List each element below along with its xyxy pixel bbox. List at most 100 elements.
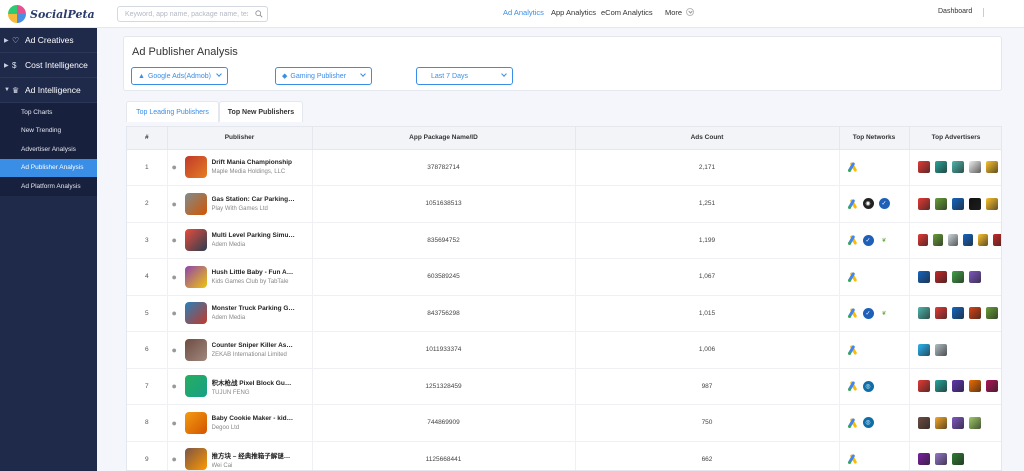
advertiser-app-icon[interactable] bbox=[934, 307, 947, 320]
app-name[interactable]: 积木枪战 Pixel Block Gu… bbox=[212, 377, 302, 387]
publisher-cell[interactable]: ● 推方块 – 经典推箱子解谜… Wei Cai bbox=[167, 441, 313, 470]
app-icon[interactable] bbox=[184, 302, 207, 325]
app-icon[interactable] bbox=[184, 229, 207, 252]
sidebar-item-cost-intelligence[interactable]: ▶ $ Cost Intelligence bbox=[0, 53, 97, 78]
advertiser-app-icon[interactable] bbox=[977, 234, 988, 247]
app-name[interactable]: Gas Station: Car Parking… bbox=[212, 196, 302, 203]
app-name[interactable]: Multi Level Parking Simu… bbox=[212, 232, 302, 239]
nav-ad-analytics[interactable]: Ad Analytics bbox=[503, 8, 544, 17]
table-row[interactable]: 1 ● Drift Mania Championship Maple Media… bbox=[127, 149, 1001, 186]
advertiser-app-icon[interactable] bbox=[934, 416, 947, 429]
app-icon[interactable] bbox=[184, 156, 207, 179]
tab-top-new-publishers[interactable]: Top New Publishers bbox=[219, 101, 303, 122]
dashboard-link[interactable]: Dashboard bbox=[938, 8, 972, 15]
advertiser-app-icon[interactable] bbox=[917, 161, 930, 174]
advertiser-app-icon[interactable] bbox=[934, 270, 947, 283]
advertiser-app-icon[interactable] bbox=[951, 270, 964, 283]
publisher-cell[interactable]: ● Multi Level Parking Simu… Adem Media bbox=[167, 222, 313, 259]
advertiser-app-icon[interactable] bbox=[985, 197, 998, 210]
advertiser-app-icon[interactable] bbox=[992, 234, 1001, 247]
nav-ecom-analytics[interactable]: eCom Analytics bbox=[601, 8, 653, 17]
table-row[interactable]: 7 ● 积木枪战 Pixel Block Gu… TUJUN FENG 1251… bbox=[127, 368, 1001, 405]
nav-more[interactable]: More bbox=[665, 8, 695, 17]
advertiser-app-icon[interactable] bbox=[934, 453, 947, 466]
advertiser-app-icon[interactable] bbox=[968, 416, 981, 429]
rank-cell: 3 bbox=[127, 222, 168, 259]
app-icon[interactable] bbox=[184, 448, 207, 470]
period-select[interactable]: Last 7 Days bbox=[416, 67, 513, 85]
publisher-cell[interactable]: ● Gas Station: Car Parking… Play With Ga… bbox=[167, 185, 313, 223]
networks-cell bbox=[839, 149, 910, 186]
app-name[interactable]: Baby Cookie Maker - kid… bbox=[212, 415, 302, 422]
advertiser-app-icon[interactable] bbox=[917, 307, 930, 320]
table-row[interactable]: 8 ● Baby Cookie Maker - kid… Degoo Ltd 7… bbox=[127, 404, 1001, 442]
advertiser-app-icon[interactable] bbox=[968, 270, 981, 283]
table-row[interactable]: 9 ● 推方块 – 经典推箱子解谜… Wei Cai 1125668441 66… bbox=[127, 441, 1001, 470]
nav-app-analytics[interactable]: App Analytics bbox=[551, 8, 596, 17]
advertiser-app-icon[interactable] bbox=[951, 307, 964, 320]
publisher-cell[interactable]: ● 积木枪战 Pixel Block Gu… TUJUN FENG bbox=[167, 368, 313, 405]
sidebar-item-ad-intelligence[interactable]: ▼ ♛ Ad Intelligence bbox=[0, 78, 97, 103]
publisher-cell[interactable]: ● Counter Sniper Killer As… ZEKAB Intern… bbox=[167, 331, 313, 369]
advertiser-app-icon[interactable] bbox=[968, 380, 981, 393]
tab-top-leading-publishers[interactable]: Top Leading Publishers bbox=[126, 101, 219, 122]
advertiser-app-icon[interactable] bbox=[951, 197, 964, 210]
advertiser-app-icon[interactable] bbox=[985, 380, 998, 393]
advertiser-app-icon[interactable] bbox=[934, 380, 947, 393]
advertiser-app-icon[interactable] bbox=[951, 161, 964, 174]
advertiser-app-icon[interactable] bbox=[951, 416, 964, 429]
advertiser-app-icon[interactable] bbox=[985, 161, 998, 174]
sidebar-item-new-trending[interactable]: New Trending bbox=[0, 121, 97, 140]
advertiser-app-icon[interactable] bbox=[917, 270, 930, 283]
advertiser-app-icon[interactable] bbox=[917, 234, 928, 247]
col-header-ads-count[interactable]: Ads Count bbox=[575, 127, 840, 150]
table-row[interactable]: 3 ● Multi Level Parking Simu… Adem Media… bbox=[127, 222, 1001, 259]
advertiser-app-icon[interactable] bbox=[951, 453, 964, 466]
advertiser-app-icon[interactable] bbox=[968, 197, 981, 210]
advertiser-app-icon[interactable] bbox=[962, 234, 973, 247]
app-name[interactable]: Drift Mania Championship bbox=[212, 159, 302, 166]
advertiser-app-icon[interactable] bbox=[947, 234, 958, 247]
advertiser-app-icon[interactable] bbox=[968, 307, 981, 320]
networks-cell bbox=[839, 331, 910, 369]
category-select[interactable]: ◆ Gaming Publisher bbox=[275, 67, 372, 85]
sidebar-item-advertiser-analysis[interactable]: Advertiser Analysis bbox=[0, 140, 97, 159]
app-name[interactable]: Hush Little Baby - Fun A… bbox=[212, 269, 302, 276]
app-icon[interactable] bbox=[184, 338, 207, 361]
sidebar-item-ad-platform-analysis[interactable]: Ad Platform Analysis bbox=[0, 177, 97, 196]
table-row[interactable]: 5 ● Monster Truck Parking G… Adem Media … bbox=[127, 295, 1001, 332]
advertiser-app-icon[interactable] bbox=[985, 307, 998, 320]
advertiser-app-icon[interactable] bbox=[917, 343, 930, 356]
sidebar-item-ad-creatives[interactable]: ▶ ♡ Ad Creatives bbox=[0, 28, 97, 53]
publisher-cell[interactable]: ● Drift Mania Championship Maple Media H… bbox=[167, 149, 313, 186]
network-select[interactable]: ▲ Google Ads(Admob) bbox=[131, 67, 228, 85]
table-row[interactable]: 4 ● Hush Little Baby - Fun A… Kids Games… bbox=[127, 258, 1001, 296]
app-icon[interactable] bbox=[184, 265, 207, 288]
advertiser-app-icon[interactable] bbox=[968, 161, 981, 174]
advertiser-app-icon[interactable] bbox=[934, 197, 947, 210]
app-icon[interactable] bbox=[184, 375, 207, 398]
advertiser-app-icon[interactable] bbox=[917, 453, 930, 466]
publisher-cell[interactable]: ● Monster Truck Parking G… Adem Media bbox=[167, 295, 313, 332]
search-input[interactable] bbox=[118, 7, 248, 21]
app-name[interactable]: Monster Truck Parking G… bbox=[212, 305, 302, 312]
publisher-cell[interactable]: ● Hush Little Baby - Fun A… Kids Games C… bbox=[167, 258, 313, 296]
advertiser-app-icon[interactable] bbox=[932, 234, 943, 247]
advertiser-app-icon[interactable] bbox=[951, 380, 964, 393]
table-row[interactable]: 2 ● Gas Station: Car Parking… Play With … bbox=[127, 185, 1001, 223]
brand-logo[interactable]: SocialPeta bbox=[8, 5, 95, 23]
sidebar-item-ad-publisher-analysis[interactable]: Ad Publisher Analysis bbox=[0, 158, 97, 177]
sidebar-item-top-charts[interactable]: Top Charts bbox=[0, 103, 97, 122]
advertiser-app-icon[interactable] bbox=[917, 380, 930, 393]
advertiser-app-icon[interactable] bbox=[917, 197, 930, 210]
advertiser-app-icon[interactable] bbox=[934, 343, 947, 356]
app-name[interactable]: Counter Sniper Killer As… bbox=[212, 342, 302, 349]
table-row[interactable]: 6 ● Counter Sniper Killer As… ZEKAB Inte… bbox=[127, 331, 1001, 369]
advertiser-app-icon[interactable] bbox=[934, 161, 947, 174]
publisher-cell[interactable]: ● Baby Cookie Maker - kid… Degoo Ltd bbox=[167, 404, 313, 442]
app-name[interactable]: 推方块 – 经典推箱子解谜… bbox=[212, 450, 302, 460]
app-icon[interactable] bbox=[184, 192, 207, 215]
advertiser-app-icon[interactable] bbox=[917, 416, 930, 429]
search-icon[interactable] bbox=[255, 10, 263, 18]
app-icon[interactable] bbox=[184, 411, 207, 434]
